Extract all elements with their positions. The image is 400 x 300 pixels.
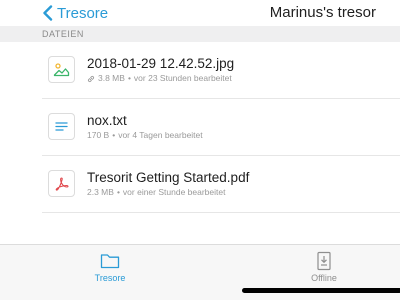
- back-button[interactable]: Tresore: [42, 3, 108, 23]
- file-name: nox.txt: [87, 113, 127, 128]
- home-indicator[interactable]: [242, 288, 400, 293]
- file-modified: vor 23 Stunden bearbeitet: [133, 73, 232, 83]
- file-name: 2018-01-29 12.42.52.jpg: [87, 56, 235, 71]
- file-meta: 170 B • vor 4 Tagen bearbeitet: [87, 130, 203, 141]
- section-header-label: DATEIEN: [42, 29, 84, 39]
- pdf-file-icon: [48, 170, 75, 197]
- text-file-icon: [48, 113, 75, 140]
- meta-separator: •: [116, 187, 120, 197]
- image-file-icon: [48, 56, 75, 83]
- offline-icon: [317, 251, 331, 271]
- file-modified: vor einer Stunde bearbeitet: [122, 187, 226, 197]
- file-name: Tresorit Getting Started.pdf: [87, 170, 250, 185]
- file-size: 3.8 MB: [98, 73, 125, 83]
- file-size: 2.3 MB: [87, 187, 114, 197]
- meta-separator: •: [127, 73, 131, 83]
- tab-label: Offline: [311, 273, 337, 283]
- page-title: Marinus's tresor: [269, 4, 376, 21]
- tab-tresore[interactable]: Tresore: [70, 249, 150, 289]
- file-modified: vor 4 Tagen bearbeitet: [118, 130, 203, 140]
- tab-label: Tresore: [94, 273, 126, 283]
- file-row-pdf[interactable]: Tresorit Getting Started.pdf 2.3 MB • vo…: [0, 156, 400, 213]
- file-meta: 2.3 MB • vor einer Stunde bearbeitet: [87, 187, 225, 198]
- navigation-bar: Tresore Marinus's tresor: [0, 0, 400, 26]
- meta-separator: •: [112, 130, 116, 140]
- chevron-left-icon: [43, 5, 53, 21]
- tab-offline[interactable]: Offline: [284, 249, 364, 289]
- file-meta: 3.8 MB • vor 23 Stunden bearbeitet: [87, 73, 232, 84]
- back-button-label: Tresore: [57, 4, 109, 22]
- file-row-image[interactable]: 2018-01-29 12.42.52.jpg 3.8 MB • vor 23 …: [0, 42, 400, 99]
- link-icon: [87, 75, 95, 82]
- folder-icon: [100, 254, 120, 269]
- section-header: DATEIEN: [0, 26, 400, 42]
- row-divider: [42, 212, 400, 213]
- file-size: 170 B: [87, 130, 110, 140]
- file-row-text[interactable]: nox.txt 170 B • vor 4 Tagen bearbeitet: [0, 99, 400, 156]
